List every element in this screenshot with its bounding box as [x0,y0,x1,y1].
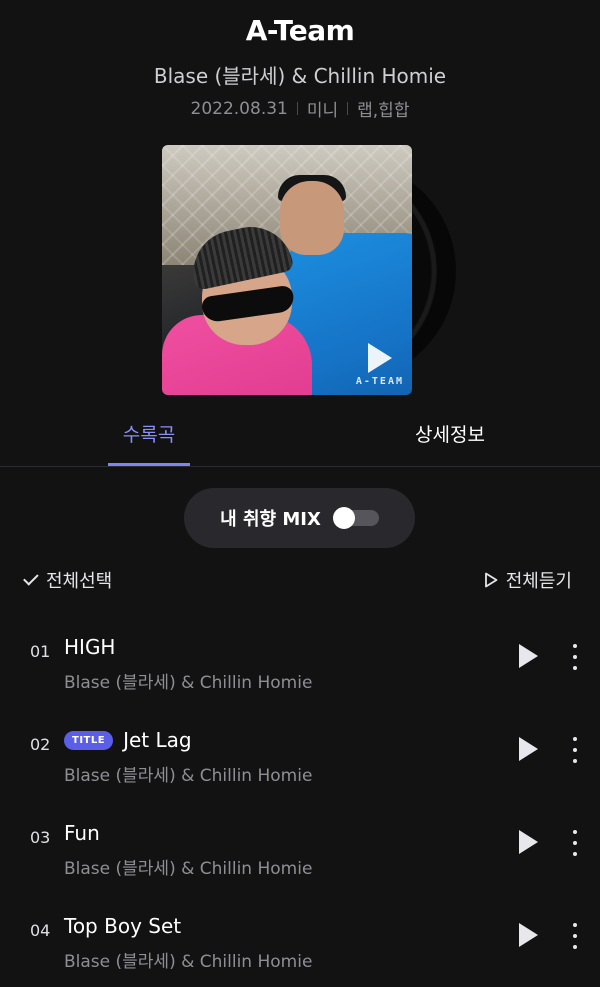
more-options-icon[interactable] [566,737,584,763]
dot [573,923,577,927]
album-type: 미니 [306,101,339,121]
more-options-icon[interactable] [566,923,584,949]
track-title[interactable]: Top Boy Set [64,914,181,938]
dot [573,934,577,938]
album-genre: 랩,힙합 [357,101,410,121]
track-row[interactable]: 04 Top Boy Set Blase (블라세) & Chillin Hom… [0,911,600,987]
track-number: 01 [30,642,51,661]
track-title[interactable]: Fun [64,821,100,845]
dot [573,644,577,648]
toggle-knob [332,507,355,529]
play-all-button[interactable]: 전체듣기 [484,566,572,594]
more-options-icon[interactable] [566,830,584,856]
album-title: A-Team [245,14,355,47]
check-icon [23,570,39,586]
track-row[interactable]: 01 HIGH Blase (블라세) & Chillin Homie [0,632,600,712]
play-icon[interactable] [519,644,538,668]
track-title-row: Fun [64,818,100,848]
track-artist[interactable]: Blase (블라세) & Chillin Homie [64,761,312,786]
dot [573,841,577,845]
track-title-row: HIGH [64,632,115,662]
track-artist[interactable]: Blase (블라세) & Chillin Homie [64,947,312,972]
tab-details[interactable]: 상세정보 [395,420,505,466]
play-icon[interactable] [519,923,538,947]
dot [573,945,577,949]
tab-bar: 수록곡 상세정보 [0,420,600,466]
release-date: 2022.08.31 [190,98,288,119]
cover-figure [280,181,344,255]
dot [573,852,577,856]
track-title-row: TITLE Jet Lag [64,725,192,755]
track-artist[interactable]: Blase (블라세) & Chillin Homie [64,668,312,693]
album-page: A-Team Blase (블라세) & Chillin Homie 2022.… [0,0,600,987]
play-icon[interactable] [519,737,538,761]
album-meta: 2022.08.31 미니 랩,힙합 [0,96,600,122]
meta-divider [296,102,298,115]
track-row[interactable]: 02 TITLE Jet Lag Blase (블라세) & Chillin H… [0,725,600,805]
track-number: 03 [30,828,51,847]
play-outline-icon [484,572,498,588]
dot [573,759,577,763]
dot [573,666,577,670]
taste-mix-label: 내 취향 MIX [220,509,321,530]
taste-mix-button[interactable]: 내 취향 MIX [184,488,415,548]
track-title[interactable]: Jet Lag [123,728,192,752]
dot [573,737,577,741]
dot [573,748,577,752]
track-number: 02 [30,735,51,754]
tab-tracks[interactable]: 수록곡 [108,420,190,466]
title-track-badge: TITLE [64,730,114,750]
meta-divider [347,102,349,115]
taste-mix-toggle[interactable] [332,507,379,529]
album-artist[interactable]: Blase (블라세) & Chillin Homie [0,60,600,89]
cover-play-icon[interactable] [368,343,392,373]
select-all-label: 전체선택 [46,571,113,592]
track-row[interactable]: 03 Fun Blase (블라세) & Chillin Homie [0,818,600,898]
play-all-label: 전체듣기 [505,571,572,592]
track-title[interactable]: HIGH [64,635,115,659]
track-artist[interactable]: Blase (블라세) & Chillin Homie [64,854,312,879]
dot [573,655,577,659]
tabs-divider [0,466,600,467]
track-number: 04 [30,921,51,940]
play-icon[interactable] [519,830,538,854]
dot [573,830,577,834]
more-options-icon[interactable] [566,644,584,670]
cover-brand-text: A-TEAM [355,376,404,387]
track-title-row: Top Boy Set [64,911,181,941]
album-cover[interactable]: A-TEAM [162,145,412,395]
select-all-button[interactable]: 전체선택 [23,566,113,594]
